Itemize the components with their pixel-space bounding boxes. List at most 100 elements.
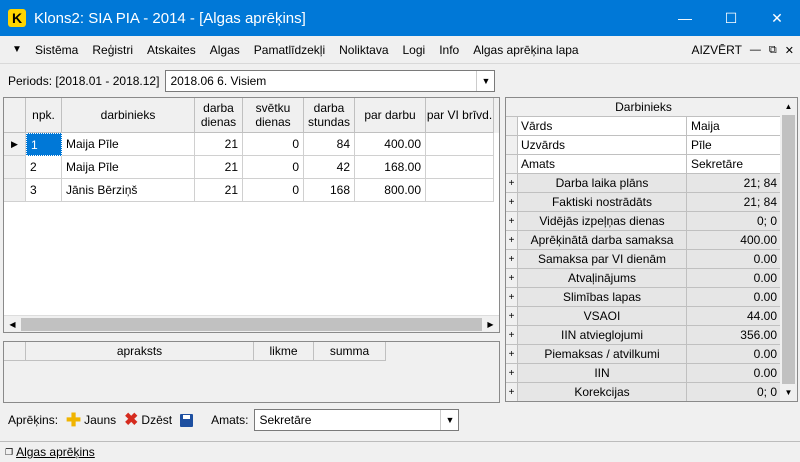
scrollbar-thumb[interactable] [782,115,795,384]
scroll-up-icon[interactable]: ▲ [780,98,797,115]
expand-plus-icon[interactable]: + [506,250,518,269]
menu-pamatlidzekli[interactable]: Pamatlīdzekļi [247,43,332,57]
detail-group-row[interactable]: + VSAOI 44.00 [506,307,781,326]
detail-group-row[interactable]: + Darba laika plāns 21; 84 [506,174,781,193]
vertical-scrollbar[interactable]: ▲ ▼ [780,98,797,401]
maximize-icon[interactable]: ☐ [708,0,754,36]
expand-plus-icon[interactable]: + [506,345,518,364]
menu-algas[interactable]: Algas [203,43,247,57]
cell-darba-stundas[interactable]: 42 [304,156,355,179]
col-darba-dienas[interactable]: darba dienas [195,98,243,133]
row-header[interactable] [4,179,26,202]
close-form-button[interactable]: AIZVĒRT [691,43,741,57]
detail-group-row[interactable]: + Vidējās izpeļņas dienas 0; 0 [506,212,781,231]
detail-value[interactable]: Sekretāre [687,155,781,174]
cell-svetku-dienas[interactable]: 0 [243,156,304,179]
col-npk[interactable]: npk. [26,98,62,133]
cell-par-darbu[interactable]: 400.00 [355,133,426,156]
detail-group-row[interactable]: + Samaksa par VI dienām 0.00 [506,250,781,269]
expand-plus-icon[interactable]: + [506,193,518,212]
delete-button[interactable]: ✖ Dzēst [124,411,172,428]
col-svetku-dienas[interactable]: svētku dienas [243,98,304,133]
row-header[interactable] [4,156,26,179]
scroll-left-icon[interactable]: ◀ [4,316,21,333]
detail-group-row[interactable]: + Faktiski nostrādāts 21; 84 [506,193,781,212]
expand-plus-icon[interactable]: + [506,326,518,345]
cell-par-vi[interactable] [426,133,494,156]
mdi-minimize-icon[interactable]: — [750,44,761,56]
detail-group-row[interactable]: + Aprēķinātā darba samaksa 400.00 [506,231,781,250]
cell-par-vi[interactable] [426,179,494,202]
cell-darba-dienas[interactable]: 21 [195,156,243,179]
cell-npk[interactable]: 2 [26,156,62,179]
cell-darba-stundas[interactable]: 168 [304,179,355,202]
expand-plus-icon[interactable]: + [506,269,518,288]
new-button[interactable]: ✚ Jauns [66,411,117,429]
cell-darba-dienas[interactable]: 21 [195,179,243,202]
detail-value[interactable]: Maija [687,117,781,136]
menu-dropdown-icon[interactable]: ▼ [6,44,28,55]
amats-select[interactable]: Sekretāre ▼ [254,409,460,431]
menu-logi[interactable]: Logi [396,43,433,57]
detail-row[interactable]: Vārds Maija [506,117,781,136]
cell-npk[interactable]: 1 [26,133,62,156]
scroll-right-icon[interactable]: ▶ [482,316,499,333]
scrollbar-thumb[interactable] [21,318,482,331]
cell-par-vi[interactable] [426,156,494,179]
menu-algas-aprekina-lapa[interactable]: Algas aprēķina lapa [466,43,585,57]
close-icon[interactable]: ✕ [754,0,800,36]
table-row[interactable]: ▶ 1 Maija Pīle 21 0 84 400.00 [4,133,499,156]
cell-svetku-dienas[interactable]: 0 [243,179,304,202]
expand-plus-icon[interactable]: + [506,212,518,231]
expand-plus-icon[interactable]: + [506,383,518,401]
mdi-restore-icon[interactable]: ⧉ [769,44,777,57]
expand-plus-icon[interactable]: + [506,174,518,193]
col-likme[interactable]: likme [254,342,314,361]
expand-plus-icon[interactable]: + [506,231,518,250]
detail-group-row[interactable]: + IIN atvieglojumi 356.00 [506,326,781,345]
new-button-label: Jauns [84,413,117,427]
detail-group-row[interactable]: + IIN 0.00 [506,364,781,383]
chevron-down-icon[interactable]: ▼ [476,71,495,91]
expand-plus-icon[interactable]: + [506,307,518,326]
menu-sistema[interactable]: Sistēma [28,43,85,57]
menu-noliktava[interactable]: Noliktava [332,43,395,57]
col-par-darbu[interactable]: par darbu [355,98,426,133]
mdi-close-icon[interactable]: ✕ [785,44,794,57]
period-select[interactable]: 2018.06 6. Visiem ▼ [165,70,496,92]
col-par-vi-brivd[interactable]: par VI brīvd. [426,98,494,133]
cell-par-darbu[interactable]: 168.00 [355,156,426,179]
col-apraksts[interactable]: apraksts [26,342,254,361]
menu-registri[interactable]: Reģistri [85,43,140,57]
chevron-down-icon[interactable]: ▼ [440,410,459,430]
horizontal-scrollbar[interactable]: ◀ ▶ [4,315,499,332]
cell-darbinieks[interactable]: Maija Pīle [62,156,195,179]
detail-group-row[interactable]: + Atvaļinājums 0.00 [506,269,781,288]
col-darba-stundas[interactable]: darba stundas [304,98,355,133]
col-summa[interactable]: summa [314,342,386,361]
table-row[interactable]: 3 Jānis Bērziņš 21 0 168 800.00 [4,179,499,202]
cell-darbinieks[interactable]: Jānis Bērziņš [62,179,195,202]
minimize-icon[interactable]: — [662,0,708,36]
detail-group-row[interactable]: + Slimības lapas 0.00 [506,288,781,307]
cell-svetku-dienas[interactable]: 0 [243,133,304,156]
cell-darbinieks[interactable]: Maija Pīle [62,133,195,156]
cell-npk[interactable]: 3 [26,179,62,202]
expand-plus-icon[interactable]: + [506,288,518,307]
scroll-down-icon[interactable]: ▼ [780,384,797,401]
menu-atskaites[interactable]: Atskaites [140,43,203,57]
cell-par-darbu[interactable]: 800.00 [355,179,426,202]
tab-algas-aprekins[interactable]: ❐ Algas aprēķins [5,445,95,459]
menu-info[interactable]: Info [432,43,466,57]
detail-value[interactable]: Pīle [687,136,781,155]
detail-row[interactable]: Uzvārds Pīle [506,136,781,155]
detail-group-row[interactable]: + Korekcijas 0; 0 [506,383,781,401]
save-button[interactable] [180,413,194,427]
detail-row[interactable]: Amats Sekretāre [506,155,781,174]
cell-darba-dienas[interactable]: 21 [195,133,243,156]
expand-plus-icon[interactable]: + [506,364,518,383]
cell-darba-stundas[interactable]: 84 [304,133,355,156]
detail-group-row[interactable]: + Piemaksas / atvilkumi 0.00 [506,345,781,364]
table-row[interactable]: 2 Maija Pīle 21 0 42 168.00 [4,156,499,179]
col-darbinieks[interactable]: darbinieks [62,98,195,133]
